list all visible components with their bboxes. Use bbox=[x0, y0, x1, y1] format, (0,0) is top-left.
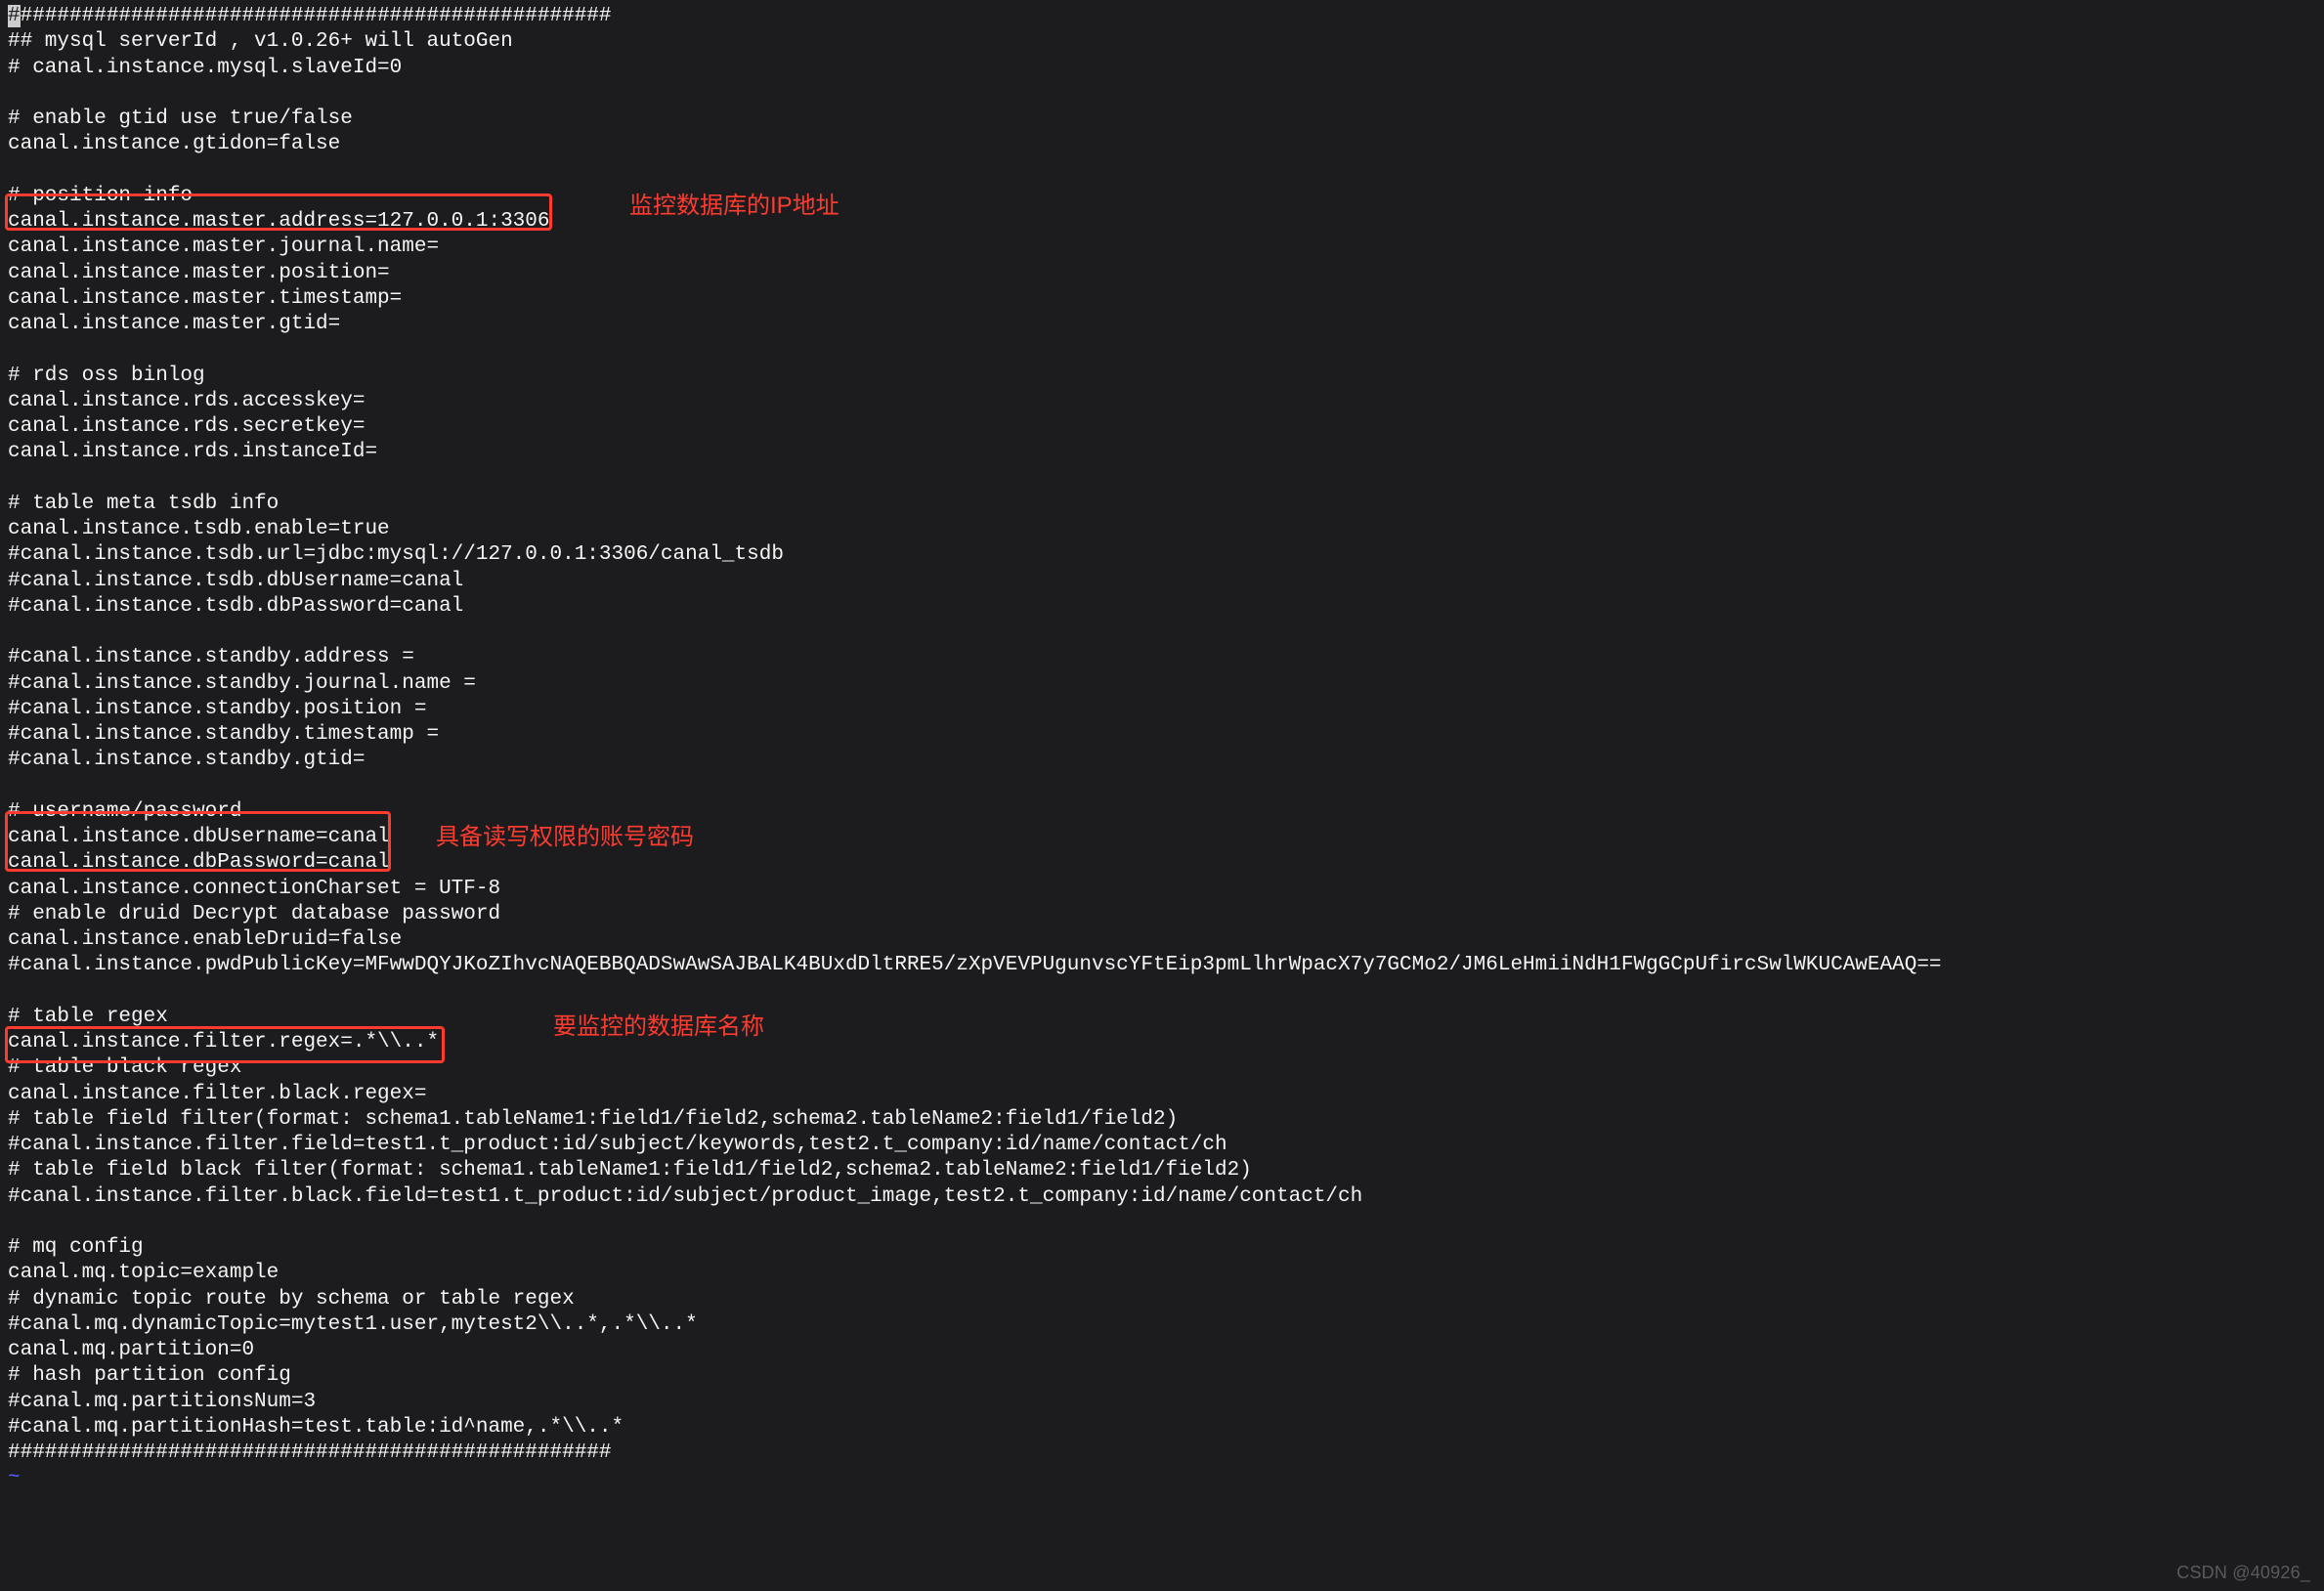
config-line: ########################################… bbox=[8, 1440, 2316, 1466]
config-line: canal.instance.filter.regex=.*\\..* bbox=[8, 1030, 2316, 1055]
config-line: # table field filter(format: schema1.tab… bbox=[8, 1107, 2316, 1133]
config-line bbox=[8, 979, 2316, 1005]
config-line: canal.mq.topic=example bbox=[8, 1261, 2316, 1286]
config-line: canal.instance.connectionCharset = UTF-8 bbox=[8, 877, 2316, 902]
config-line: #canal.instance.tsdb.dbUsername=canal bbox=[8, 569, 2316, 594]
config-line: canal.instance.rds.accesskey= bbox=[8, 389, 2316, 414]
config-line: #canal.mq.dynamicTopic=mytest1.user,myte… bbox=[8, 1312, 2316, 1338]
config-line: canal.instance.master.journal.name= bbox=[8, 235, 2316, 260]
config-line: # dynamic topic route by schema or table… bbox=[8, 1287, 2316, 1312]
config-line: #canal.instance.standby.timestamp = bbox=[8, 722, 2316, 748]
config-line: ########################################… bbox=[8, 4, 2316, 29]
config-line: canal.instance.master.gtid= bbox=[8, 312, 2316, 337]
config-line: # rds oss binlog bbox=[8, 364, 2316, 389]
config-file-view[interactable]: ########################################… bbox=[8, 4, 2316, 1492]
config-line: # mq config bbox=[8, 1235, 2316, 1261]
config-line: #canal.instance.standby.gtid= bbox=[8, 748, 2316, 773]
watermark: CSDN @40926_ bbox=[2176, 1562, 2310, 1584]
config-line: canal.instance.dbPassword=canal bbox=[8, 850, 2316, 876]
config-line bbox=[8, 1210, 2316, 1235]
cursor: # bbox=[8, 5, 21, 27]
config-line: canal.instance.rds.instanceId= bbox=[8, 440, 2316, 465]
config-line: # username/password bbox=[8, 799, 2316, 825]
config-line: canal.instance.gtidon=false bbox=[8, 132, 2316, 157]
config-line: #canal.instance.tsdb.dbPassword=canal bbox=[8, 594, 2316, 620]
config-line: canal.mq.partition=0 bbox=[8, 1338, 2316, 1363]
config-line: # table regex bbox=[8, 1005, 2316, 1030]
config-line: #canal.instance.filter.field=test1.t_pro… bbox=[8, 1133, 2316, 1158]
config-line bbox=[8, 466, 2316, 492]
vim-tilde-line: ~ bbox=[8, 1466, 2316, 1491]
config-line: canal.instance.dbUsername=canal bbox=[8, 825, 2316, 850]
config-line: #canal.instance.standby.position = bbox=[8, 697, 2316, 722]
config-line: # enable druid Decrypt database password bbox=[8, 902, 2316, 927]
config-line: #canal.instance.standby.journal.name = bbox=[8, 671, 2316, 697]
config-line: canal.instance.master.address=127.0.0.1:… bbox=[8, 209, 2316, 235]
config-line: canal.instance.master.timestamp= bbox=[8, 286, 2316, 312]
config-line: canal.instance.rds.secretkey= bbox=[8, 414, 2316, 440]
config-line bbox=[8, 337, 2316, 363]
config-line: # hash partition config bbox=[8, 1363, 2316, 1389]
config-line: canal.instance.enableDruid=false bbox=[8, 927, 2316, 953]
config-line bbox=[8, 81, 2316, 107]
config-line: ## mysql serverId , v1.0.26+ will autoGe… bbox=[8, 29, 2316, 55]
config-line: canal.instance.master.position= bbox=[8, 261, 2316, 286]
config-line bbox=[8, 620, 2316, 645]
config-line: #canal.instance.standby.address = bbox=[8, 645, 2316, 670]
config-line: #canal.instance.pwdPublicKey=MFwwDQYJKoZ… bbox=[8, 953, 2316, 978]
config-line: canal.instance.filter.black.regex= bbox=[8, 1082, 2316, 1107]
config-line: # canal.instance.mysql.slaveId=0 bbox=[8, 56, 2316, 81]
config-line: canal.instance.tsdb.enable=true bbox=[8, 517, 2316, 542]
config-line: #canal.instance.tsdb.url=jdbc:mysql://12… bbox=[8, 542, 2316, 568]
config-line: # enable gtid use true/false bbox=[8, 107, 2316, 132]
config-line: #canal.mq.partitionHash=test.table:id^na… bbox=[8, 1415, 2316, 1440]
config-line bbox=[8, 774, 2316, 799]
config-line: #canal.mq.partitionsNum=3 bbox=[8, 1390, 2316, 1415]
config-line: # table field black filter(format: schem… bbox=[8, 1158, 2316, 1183]
config-line bbox=[8, 158, 2316, 184]
config-line: #canal.instance.filter.black.field=test1… bbox=[8, 1184, 2316, 1210]
config-line: # table black regex bbox=[8, 1055, 2316, 1081]
config-line: # table meta tsdb info bbox=[8, 492, 2316, 517]
config-line: # position info bbox=[8, 184, 2316, 209]
